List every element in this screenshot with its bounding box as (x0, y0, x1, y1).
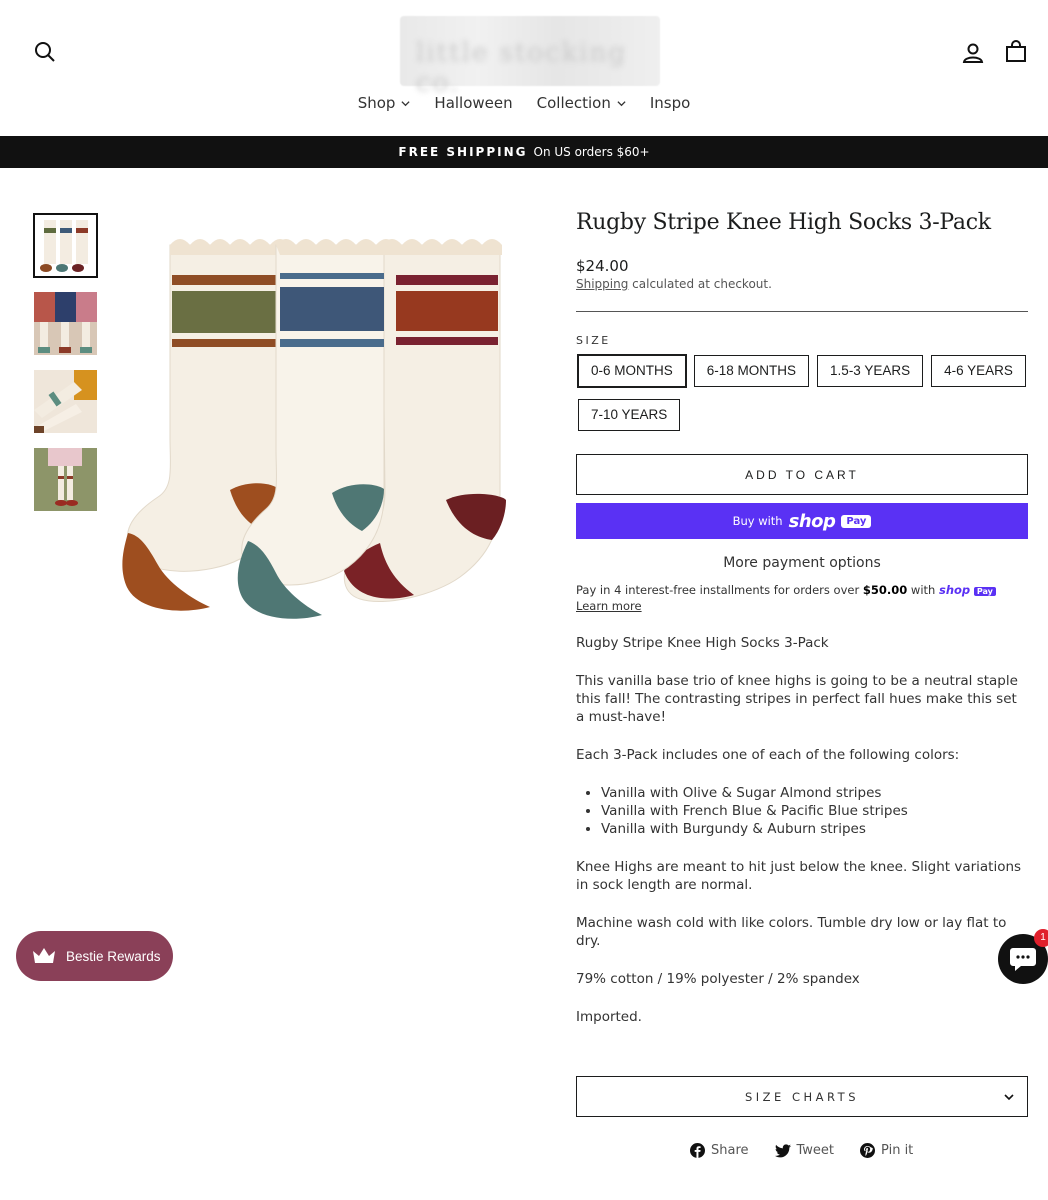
nav-collection-label: Collection (536, 94, 611, 112)
facebook-icon (690, 1143, 705, 1158)
description-para2: Each 3-Pack includes one of each of the … (576, 747, 960, 763)
twitter-icon (774, 1143, 791, 1157)
pinterest-icon (860, 1143, 876, 1158)
size-option-7-10-years[interactable]: 7-10 YEARS (578, 399, 681, 431)
chat-icon (1010, 948, 1036, 971)
size-option-6-18-months[interactable]: 6-18 MONTHS (693, 355, 810, 387)
shop-pay-logo-shop: shop (788, 510, 836, 532)
crown-icon (33, 948, 55, 963)
shop-pay-button[interactable]: Buy with shop Pay (576, 503, 1028, 539)
learn-more-link[interactable]: Learn more (576, 599, 1028, 614)
size-charts-label: SIZE CHARTS (744, 1089, 859, 1104)
list-item: Vanilla with Olive & Sugar Almond stripe… (601, 784, 1028, 802)
description-para3: Knee Highs are meant to hit just below t… (576, 859, 1022, 893)
shop-pay-small-logo-shop: shop (938, 583, 971, 597)
description-para6: Imported. (576, 1009, 642, 1025)
share-facebook-label: Share (711, 1143, 749, 1158)
thumbnail-3[interactable] (34, 370, 97, 433)
product-description: Rugby Stripe Knee High Socks 3-Pack This… (576, 634, 1028, 1026)
shop-pay-small-logo-pay: Pay (973, 587, 996, 596)
chat-notification-badge: 1 (1034, 929, 1048, 947)
promo-text: On US orders $60+ (533, 145, 650, 159)
more-payment-options-link[interactable]: More payment options (576, 555, 1028, 571)
store-logo[interactable]: little stocking co. (400, 16, 660, 98)
nav-shop[interactable]: Shop (346, 94, 423, 112)
shipping-note-text: calculated at checkout. (628, 277, 772, 291)
account-icon[interactable] (961, 41, 985, 65)
thumbnail-4[interactable] (34, 448, 97, 511)
description-para4: Machine wash cold with like colors. Tumb… (576, 915, 1007, 949)
chevron-down-icon (401, 100, 410, 106)
description-intro: Rugby Stripe Knee High Socks 3-Pack (576, 635, 829, 651)
product-info: Rugby Stripe Knee High Socks 3-Pack $24.… (576, 210, 1028, 1026)
size-label: SIZE (576, 334, 611, 347)
buy-with-label: Buy with (732, 514, 783, 528)
nav-inspo-label: Inspo (649, 94, 691, 112)
shipping-note: Shipping calculated at checkout. (576, 277, 1028, 291)
bestie-rewards-label: Bestie Rewards (66, 948, 161, 964)
nav-shop-label: Shop (357, 94, 396, 112)
shipping-link[interactable]: Shipping (576, 277, 628, 291)
share-pinterest-label: Pin it (881, 1143, 914, 1158)
product-main-image[interactable] (120, 215, 520, 625)
nav-halloween-label: Halloween (434, 94, 513, 112)
installments-note: Pay in 4 interest-free installments for … (576, 583, 1028, 614)
socks-thumbnail-image (34, 214, 97, 277)
thumbnail-2[interactable] (34, 292, 97, 355)
nav-collection[interactable]: Collection (525, 94, 638, 112)
chevron-down-icon (617, 100, 626, 106)
girl-thumbnail-image (34, 448, 97, 511)
size-options: 0-6 MONTHS 6-18 MONTHS 1.5-3 YEARS 4-6 Y… (576, 354, 1028, 431)
main-nav: Shop Halloween Collection Inspo (0, 94, 1048, 112)
add-to-cart-button[interactable]: ADD TO CART (576, 454, 1028, 495)
chevron-down-icon (1004, 1094, 1014, 1101)
size-option-0-6-months[interactable]: 0-6 MONTHS (577, 354, 687, 388)
promo-strong: FREE SHIPPING (398, 145, 528, 159)
legs-thumbnail-image (34, 370, 97, 433)
installments-with: with (907, 583, 939, 597)
size-option-4-6-years[interactable]: 4-6 YEARS (931, 355, 1026, 387)
installments-amount: $50.00 (862, 583, 908, 597)
product-title: Rugby Stripe Knee High Socks 3-Pack (576, 210, 991, 235)
description-para5: 79% cotton / 19% polyester / 2% spandex (576, 971, 860, 987)
share-pinterest[interactable]: Pin it (860, 1143, 913, 1158)
product-price: $24.00 (576, 257, 629, 275)
divider (576, 311, 1028, 312)
share-twitter-label: Tweet (796, 1143, 835, 1158)
share-twitter[interactable]: Tweet (774, 1143, 835, 1158)
nav-halloween[interactable]: Halloween (422, 94, 524, 112)
promo-bar: FREE SHIPPING On US orders $60+ (0, 136, 1048, 168)
kids-thumbnail-image (34, 292, 97, 355)
cart-icon[interactable] (1004, 40, 1028, 64)
list-item: Vanilla with Burgundy & Auburn stripes (601, 820, 1028, 838)
share-facebook[interactable]: Share (690, 1143, 749, 1158)
share-links: Share Tweet Pin it (690, 1143, 913, 1158)
installments-text: Pay in 4 interest-free installments for … (576, 583, 863, 597)
description-para1: This vanilla base trio of knee highs is … (576, 673, 1018, 725)
search-icon[interactable] (33, 40, 57, 64)
list-item: Vanilla with French Blue & Pacific Blue … (601, 802, 1028, 820)
size-charts-toggle[interactable]: SIZE CHARTS (576, 1076, 1028, 1117)
site-header: little stocking co. Shop Halloween Colle… (0, 0, 1048, 136)
shop-pay-logo-pay: Pay (841, 514, 872, 528)
thumbnail-1[interactable] (33, 213, 98, 278)
bestie-rewards-button[interactable]: Bestie Rewards (16, 931, 173, 981)
nav-inspo[interactable]: Inspo (638, 94, 702, 112)
size-option-1-5-3-years[interactable]: 1.5-3 YEARS (817, 355, 924, 387)
color-list: Vanilla with Olive & Sugar Almond stripe… (576, 784, 1028, 838)
